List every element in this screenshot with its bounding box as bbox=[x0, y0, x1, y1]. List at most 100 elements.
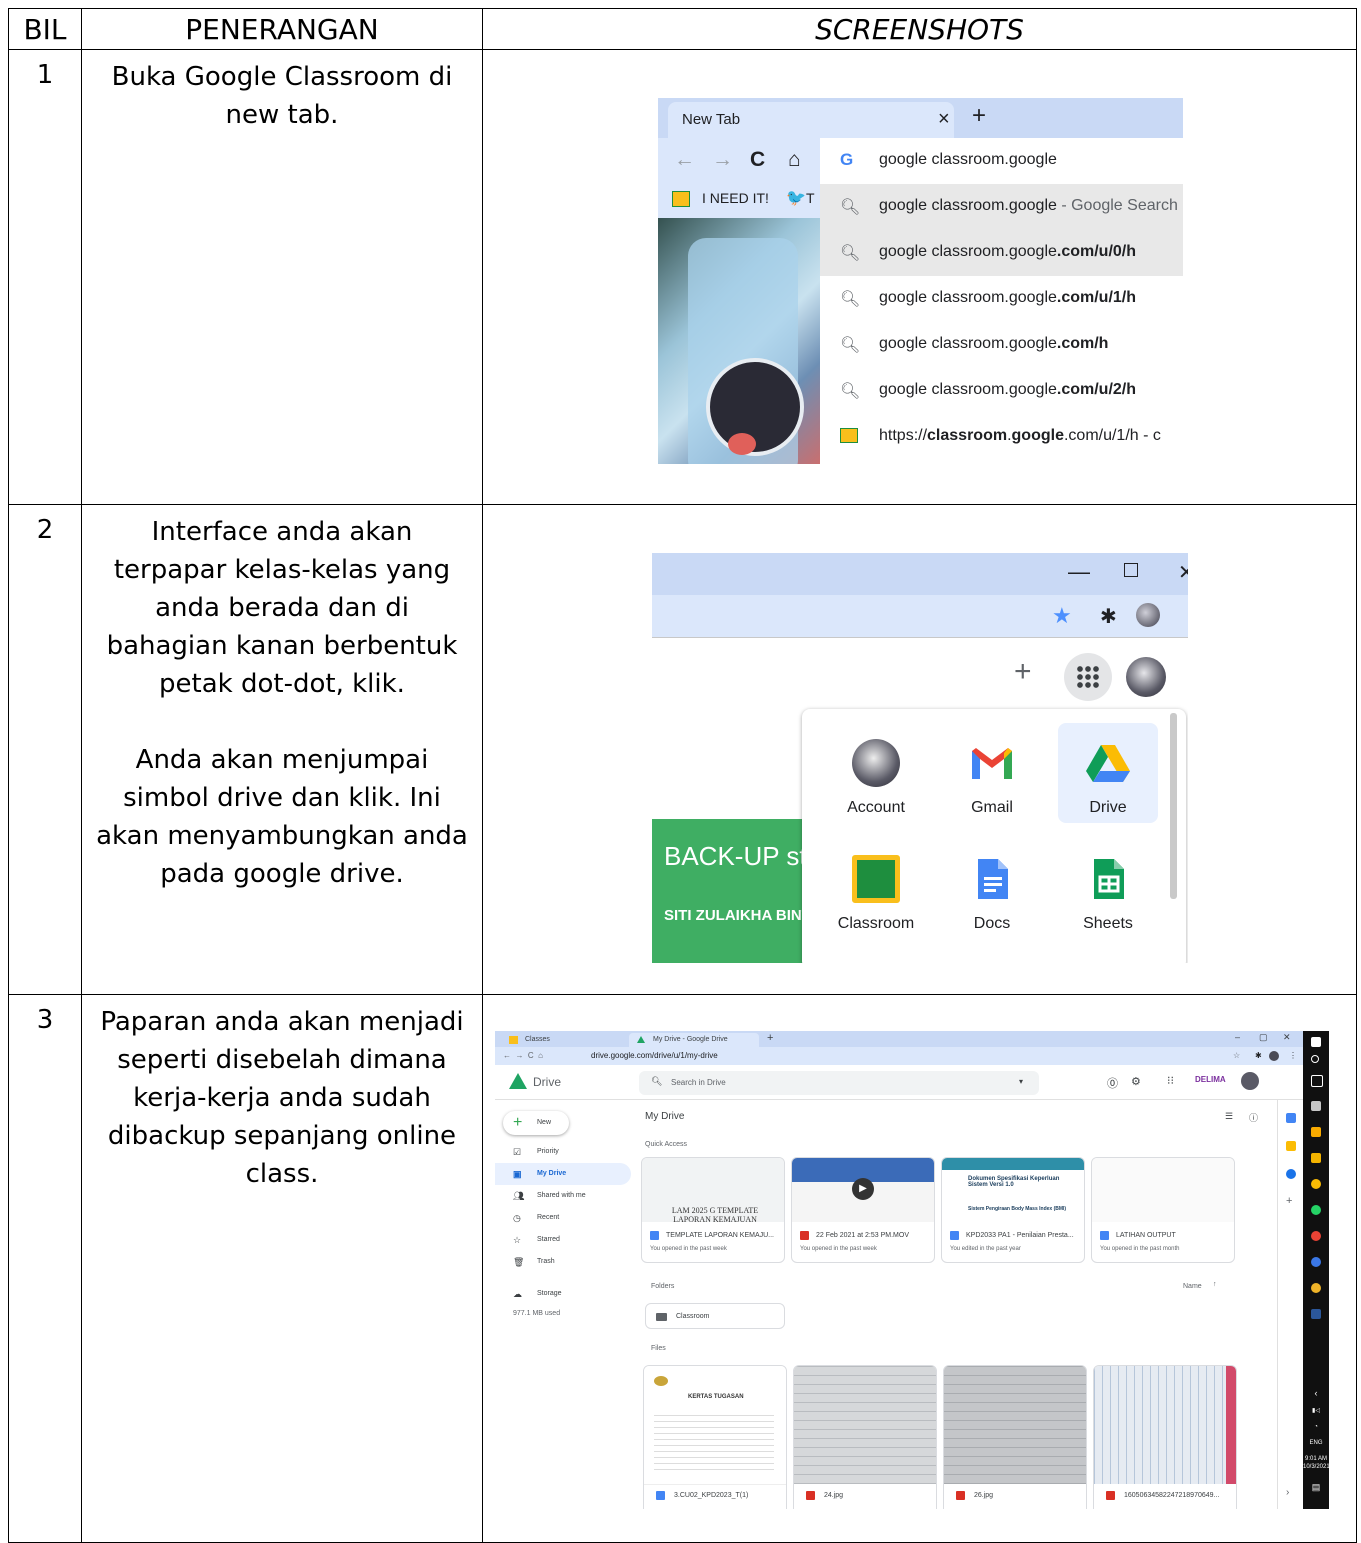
task-view-icon[interactable] bbox=[1311, 1075, 1323, 1087]
app-classroom[interactable]: Classroom bbox=[826, 839, 926, 939]
notifications-icon[interactable]: ▤ bbox=[1303, 1483, 1329, 1492]
avatar[interactable] bbox=[1136, 603, 1160, 627]
avatar[interactable] bbox=[1269, 1051, 1279, 1061]
back-icon[interactable]: ← bbox=[674, 148, 695, 172]
suggestion-row[interactable]: https://classroom.google.com/u/1/h - c bbox=[820, 414, 1183, 460]
keep-icon[interactable] bbox=[1286, 1141, 1296, 1151]
suggestion-row[interactable]: 🔍︎ google classroom.google.com/u/1/h bbox=[820, 276, 1183, 322]
app-icon[interactable] bbox=[1311, 1257, 1321, 1267]
play-icon[interactable]: ▶ bbox=[852, 1178, 874, 1200]
calendar-icon[interactable] bbox=[1286, 1113, 1296, 1123]
close-icon[interactable]: ✕ bbox=[1178, 560, 1188, 585]
page-title[interactable]: My Drive bbox=[645, 1111, 684, 1122]
avatar[interactable] bbox=[1126, 657, 1166, 697]
navigation-icons[interactable]: ← → C ⌂ bbox=[503, 1047, 543, 1065]
info-icon[interactable]: ⓘ bbox=[1249, 1111, 1258, 1124]
sticky-notes-icon[interactable] bbox=[1311, 1127, 1321, 1137]
bookmark-label[interactable]: I NEED IT! bbox=[702, 190, 769, 206]
sidebar-item-trash[interactable]: 🗑︎ Trash bbox=[495, 1251, 631, 1273]
forward-icon[interactable]: → bbox=[712, 148, 733, 172]
apps-grid-icon[interactable]: ⁝⁝ bbox=[1167, 1074, 1174, 1087]
file-card[interactable]: 1605063458224721897064​9... bbox=[1093, 1365, 1237, 1509]
wifi-icon[interactable]: ◔ bbox=[1303, 1423, 1329, 1431]
quick-access-card[interactable]: Dokumen Spesifikasi Keperluan Sistem Ver… bbox=[941, 1157, 1085, 1263]
chevron-down-icon[interactable]: ▾ bbox=[1019, 1077, 1023, 1086]
app-sheets[interactable]: Sheets bbox=[1058, 839, 1158, 939]
plus-icon[interactable]: + bbox=[1014, 655, 1032, 689]
address-bar[interactable]: ← → C ⌂ drive.google.com/drive/u/1/my-dr… bbox=[495, 1047, 1303, 1065]
suggestion-row[interactable]: 🔍︎ google classroom.google.com/u/0/h bbox=[820, 230, 1183, 276]
url-text[interactable]: drive.google.com/drive/u/1/my-drive bbox=[591, 1047, 718, 1065]
search-input[interactable]: 🔍︎ Search in Drive ▾ bbox=[639, 1071, 1039, 1095]
app-docs[interactable]: Docs bbox=[942, 839, 1042, 939]
new-tab-icon[interactable]: + bbox=[972, 102, 986, 130]
language-indicator[interactable]: ENG bbox=[1303, 1439, 1329, 1447]
clock-date[interactable]: 10/3/2021 bbox=[1303, 1463, 1329, 1471]
suggestion-row[interactable]: G google classroom.google bbox=[820, 138, 1183, 184]
new-button[interactable]: + New bbox=[503, 1111, 569, 1135]
tasks-icon[interactable] bbox=[1286, 1169, 1296, 1179]
suggestion-row[interactable]: 🔍︎ google classroom.google.com/u/2/h bbox=[820, 368, 1183, 414]
arrow-up-icon[interactable]: ↑ bbox=[1213, 1281, 1217, 1288]
extensions-icon[interactable]: ✱ bbox=[1255, 1047, 1262, 1065]
windows-icon[interactable] bbox=[1311, 1037, 1321, 1047]
whatsapp-icon[interactable] bbox=[1311, 1205, 1321, 1215]
emoji-app-icon[interactable] bbox=[1311, 1179, 1321, 1189]
new-tab-icon[interactable]: + bbox=[767, 1032, 773, 1044]
app-account[interactable]: Account bbox=[826, 723, 926, 823]
sidebar-item-recent[interactable]: ◷ Recent bbox=[495, 1207, 631, 1229]
chrome-icon[interactable] bbox=[1311, 1231, 1321, 1241]
sidebar-item-shared[interactable]: 👥︎ Shared with me bbox=[495, 1185, 631, 1207]
twitter-icon[interactable]: 🐦 bbox=[786, 188, 806, 208]
file-card[interactable]: 26.jpg bbox=[943, 1365, 1087, 1509]
maximize-icon[interactable] bbox=[1124, 563, 1138, 577]
plus-icon[interactable]: + bbox=[1286, 1195, 1292, 1207]
app-icon[interactable] bbox=[1311, 1283, 1321, 1293]
network-icon[interactable]: ▮◁ bbox=[1303, 1407, 1329, 1415]
more-icon[interactable]: ⋮ bbox=[1182, 603, 1188, 624]
browser-tab[interactable]: My Drive - Google Drive bbox=[629, 1033, 759, 1047]
search-icon[interactable] bbox=[1311, 1055, 1319, 1063]
quick-access-card[interactable]: LAM 2025 G TEMPLATE LAPORAN KEMAJUAN TEM… bbox=[641, 1157, 785, 1263]
scrollbar[interactable] bbox=[1170, 713, 1177, 899]
suggestion-row[interactable]: 🔍︎ google classroom.google - Google Sear… bbox=[820, 184, 1183, 230]
sidebar-item-starred[interactable]: ☆ Starred bbox=[495, 1229, 631, 1251]
more-icon[interactable]: ⋮ bbox=[1289, 1047, 1297, 1065]
chevron-left-icon[interactable]: ‹ bbox=[1303, 1389, 1329, 1398]
extensions-icon[interactable]: ✱ bbox=[1100, 604, 1117, 629]
star-icon[interactable]: ★ bbox=[1052, 603, 1072, 629]
app-icon[interactable] bbox=[1311, 1101, 1321, 1111]
browser-tab[interactable]: Classes bbox=[501, 1033, 627, 1047]
close-icon[interactable]: × bbox=[938, 108, 950, 131]
star-icon[interactable]: ☆ bbox=[1233, 1047, 1240, 1065]
file-card[interactable]: KERTAS TUGASAN 3.CU02_KPD2023_T(1) bbox=[643, 1365, 787, 1509]
minimize-icon[interactable]: – bbox=[1235, 1032, 1240, 1042]
help-icon[interactable]: ⓪ bbox=[1107, 1075, 1118, 1091]
sidebar-item-storage[interactable]: ☁ Storage bbox=[495, 1283, 631, 1305]
folder-icon[interactable] bbox=[1311, 1153, 1321, 1163]
sort-label[interactable]: Name bbox=[1183, 1283, 1202, 1290]
browser-tab[interactable]: New Tab × bbox=[668, 102, 954, 138]
gear-icon[interactable]: ⚙ bbox=[1131, 1075, 1141, 1088]
app-drive[interactable]: Drive bbox=[1058, 723, 1158, 823]
reload-icon[interactable]: C bbox=[750, 148, 765, 172]
class-banner[interactable]: BACK-UP st SITI ZULAIKHA BINT bbox=[652, 819, 812, 963]
suggestion-row[interactable]: 🔍︎ google classroom.google.com/h bbox=[820, 322, 1183, 368]
close-icon[interactable]: ✕ bbox=[1283, 1032, 1291, 1043]
home-icon[interactable]: ⌂ bbox=[788, 148, 801, 172]
folder-item[interactable]: Classroom bbox=[645, 1303, 785, 1329]
avatar[interactable] bbox=[1241, 1072, 1259, 1090]
sidebar-item-priority[interactable]: ☑ Priority bbox=[495, 1141, 631, 1163]
chevron-right-icon[interactable]: › bbox=[1286, 1487, 1289, 1498]
file-card[interactable]: 24.jpg bbox=[793, 1365, 937, 1509]
quick-access-card[interactable]: ▶ 22 Feb 2021 at 2:53 PM.MOV You opened … bbox=[791, 1157, 935, 1263]
sidebar-item-my-drive[interactable]: ▣ My Drive bbox=[495, 1163, 631, 1185]
address-bar[interactable]: ★ ✱ ⋮ bbox=[652, 595, 1188, 638]
minimize-icon[interactable]: — bbox=[1068, 559, 1090, 585]
list-view-icon[interactable]: ☰ bbox=[1225, 1111, 1233, 1122]
word-icon[interactable] bbox=[1311, 1309, 1321, 1319]
quick-access-card[interactable]: LATIHAN OUTPUT You opened in the past mo… bbox=[1091, 1157, 1235, 1263]
maximize-icon[interactable]: ▢ bbox=[1259, 1032, 1268, 1043]
apps-grid-button[interactable] bbox=[1064, 653, 1112, 701]
app-gmail[interactable]: Gmail bbox=[942, 723, 1042, 823]
